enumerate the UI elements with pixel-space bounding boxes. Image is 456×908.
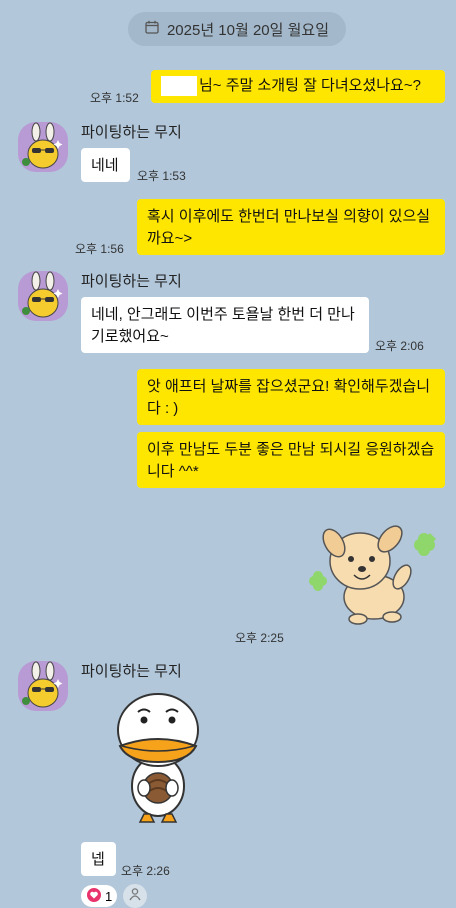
- message-text: 혹시 이후에도 한번더 만나보실 의향이 있으실까요~>: [147, 208, 431, 247]
- message-time: 오후 2:25: [235, 631, 284, 645]
- their-message-bubble[interactable]: 넵: [81, 842, 116, 876]
- my-message-bubble[interactable]: 혹시 이후에도 한번더 만나보실 의향이 있으실까요~>: [137, 199, 445, 255]
- avatar[interactable]: [18, 661, 68, 711]
- their-message-bubble[interactable]: 네네: [81, 148, 130, 182]
- my-message-bubble[interactable]: 님~ 주말 소개팅 잘 다녀오셨나요~?: [151, 70, 445, 103]
- sender-name: 파이팅하는 무지: [81, 273, 182, 290]
- sender-name: 파이팅하는 무지: [81, 124, 182, 141]
- date-separator: 2025년 10월 20일 월요일: [128, 12, 346, 46]
- my-message-bubble[interactable]: 이후 만남도 두분 좋은 만남 되시길 응원하겠습니다 ^^*: [137, 432, 445, 488]
- message-text: 네네, 안그래도 이번주 토욜날 한번 더 만나기로했어요~: [91, 306, 355, 345]
- message-time: 오후 1:53: [137, 169, 186, 183]
- message-text: 네네: [91, 157, 119, 174]
- date-label: 2025년 10월 20일 월요일: [166, 21, 330, 39]
- duck-sticker[interactable]: [108, 690, 208, 835]
- person-icon: [128, 887, 142, 906]
- my-message-bubble[interactable]: 앗 애프터 날짜를 잡으셨군요! 확인해두겠습니다 : ): [137, 369, 445, 425]
- message-text: 넵: [91, 851, 105, 868]
- avatar[interactable]: [18, 271, 68, 321]
- heart-icon: [87, 887, 101, 905]
- reaction-count: 1: [105, 888, 113, 904]
- puppy-sticker[interactable]: [302, 515, 442, 635]
- add-reaction-button[interactable]: [123, 884, 147, 908]
- message-text: 이후 만남도 두분 좋은 만남 되시길 응원하겠습니다 ^^*: [147, 441, 435, 480]
- message-text: 님~ 주말 소개팅 잘 다녀오셨나요~?: [199, 77, 421, 94]
- redacted-name: [161, 76, 197, 97]
- calendar-icon: [145, 20, 159, 38]
- sender-name: 파이팅하는 무지: [81, 663, 182, 680]
- message-time: 오후 2:06: [375, 339, 424, 353]
- message-time: 오후 1:56: [75, 242, 124, 256]
- heart-reaction[interactable]: 1: [81, 885, 117, 907]
- their-message-bubble[interactable]: 네네, 안그래도 이번주 토욜날 한번 더 만나기로했어요~: [81, 297, 369, 353]
- avatar[interactable]: [18, 122, 68, 172]
- message-time: 오후 1:52: [90, 91, 139, 105]
- message-time: 오후 2:26: [121, 864, 170, 878]
- message-text: 앗 애프터 날짜를 잡으셨군요! 확인해두겠습니다 : ): [147, 378, 431, 417]
